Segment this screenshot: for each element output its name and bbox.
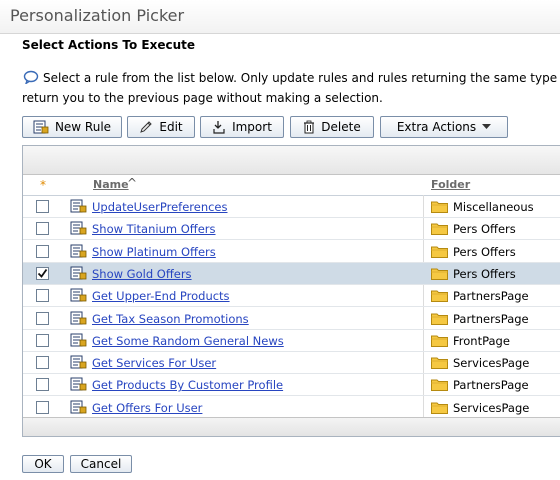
new-rule-icon [33,120,49,134]
edit-button[interactable]: Edit [127,116,195,138]
row-folder: PartnersPage [453,378,529,393]
rule-icon [70,355,87,369]
table-row[interactable]: Get Upper-End Products PartnersPage [23,285,560,308]
rule-name-link[interactable]: Get Upper-End Products [92,289,230,303]
rule-icon [70,288,87,302]
row-folder: ServicesPage [453,356,530,371]
cancel-button[interactable]: Cancel [70,455,132,473]
rule-icon [70,377,87,391]
folder-icon [431,223,448,236]
table-row[interactable]: Get Services For User ServicesPage [23,352,560,375]
rule-name-link[interactable]: Get Products By Customer Profile [92,378,283,392]
table-row[interactable]: Get Offers For User ServicesPage [23,397,560,419]
row-folder: PartnersPage [453,311,529,326]
table-row[interactable]: Get Some Random General News FrontPage [23,330,560,352]
table-header: * Name ^ Folder [23,175,560,196]
checkmark-icon [37,268,48,278]
rule-name-link[interactable]: Get Offers For User [92,401,202,415]
folder-icon [431,268,448,280]
row-checkbox[interactable] [36,266,49,280]
rules-table: * Name ^ Folder UpdateUserPreferences Mis… [22,145,560,437]
instructions-line-2: return you to the previous page without … [22,91,383,105]
folder-icon [431,402,448,414]
row-checkbox[interactable] [36,289,49,303]
row-checkbox[interactable] [36,333,49,347]
row-folder: ServicesPage [453,400,530,415]
rule-icon [70,266,87,280]
rule-name-link[interactable]: Show Platinum Offers [92,245,216,259]
folder-icon [431,335,448,347]
folder-icon [431,313,448,325]
row-checkbox[interactable] [36,244,49,258]
row-folder: Miscellaneous [453,200,534,214]
table-toolbar-strip [23,146,560,175]
rule-icon [70,400,87,414]
row-folder: Pers Offers [453,266,516,281]
folder-icon [431,290,448,303]
pencil-icon [140,121,153,133]
rule-icon [70,199,87,213]
edit-label: Edit [159,120,183,134]
page-subtitle: Select Actions To Execute [22,38,196,52]
select-column-header: * [40,178,46,192]
import-icon [213,121,225,134]
delete-label: Delete [321,120,361,134]
table-row[interactable]: Show Platinum Offers Pers Offers [23,241,560,263]
rule-name-link[interactable]: UpdateUserPreferences [92,200,228,214]
row-folder: PartnersPage [453,289,529,304]
trash-icon [304,120,315,134]
instructions-line-1: Select a rule from the list below. Only … [43,71,560,85]
folder-icon [431,357,448,370]
rule-name-link[interactable]: Show Gold Offers [92,267,192,281]
extra-actions-button[interactable]: Extra Actions [380,116,508,138]
rule-icon [70,333,87,347]
delete-button[interactable]: Delete [290,116,374,138]
rule-name-link[interactable]: Get Some Random General News [92,334,284,348]
import-label: Import [232,120,272,134]
folder-icon [431,201,448,213]
row-checkbox[interactable] [36,222,49,236]
sort-ascending-icon[interactable]: ^ [127,176,137,190]
row-folder: FrontPage [453,333,510,348]
folder-icon [431,379,448,392]
chevron-down-icon [482,124,492,129]
rule-name-link[interactable]: Get Tax Season Promotions [92,312,249,326]
window-title: Personalization Picker [10,6,185,25]
table-row[interactable]: Show Titanium Offers Pers Offers [23,218,560,241]
row-checkbox[interactable] [36,311,49,325]
table-footer-strip [23,417,560,436]
row-checkbox[interactable] [36,200,49,213]
new-rule-label: New Rule [54,120,112,134]
table-row[interactable]: Show Gold Offers Pers Offers [23,262,560,285]
row-folder: Pers Offers [453,244,516,259]
table-row[interactable]: Get Tax Season Promotions PartnersPage [23,308,560,330]
folder-column-header[interactable]: Folder [431,178,470,191]
rule-name-link[interactable]: Show Titanium Offers [92,222,216,236]
table-row[interactable]: Get Products By Customer Profile Partners… [23,374,560,397]
row-checkbox[interactable] [36,400,49,414]
table-row[interactable]: UpdateUserPreferences Miscellaneous [23,196,560,218]
window-title-bar: Personalization Picker [0,0,560,34]
name-column-header[interactable]: Name [93,178,129,191]
row-checkbox[interactable] [36,356,49,370]
row-folder: Pers Offers [453,222,516,237]
new-rule-button[interactable]: New Rule [22,116,122,138]
extra-actions-label: Extra Actions [396,120,477,134]
rule-name-link[interactable]: Get Services For User [92,356,216,370]
rule-icon [70,244,87,258]
instructions: Select a rule from the list below. Only … [22,68,560,108]
import-button[interactable]: Import [200,116,284,138]
rule-icon [70,311,87,324]
rule-icon [70,221,87,235]
folder-icon [431,246,448,258]
row-checkbox[interactable] [36,378,49,392]
ok-button[interactable]: OK [22,455,64,473]
